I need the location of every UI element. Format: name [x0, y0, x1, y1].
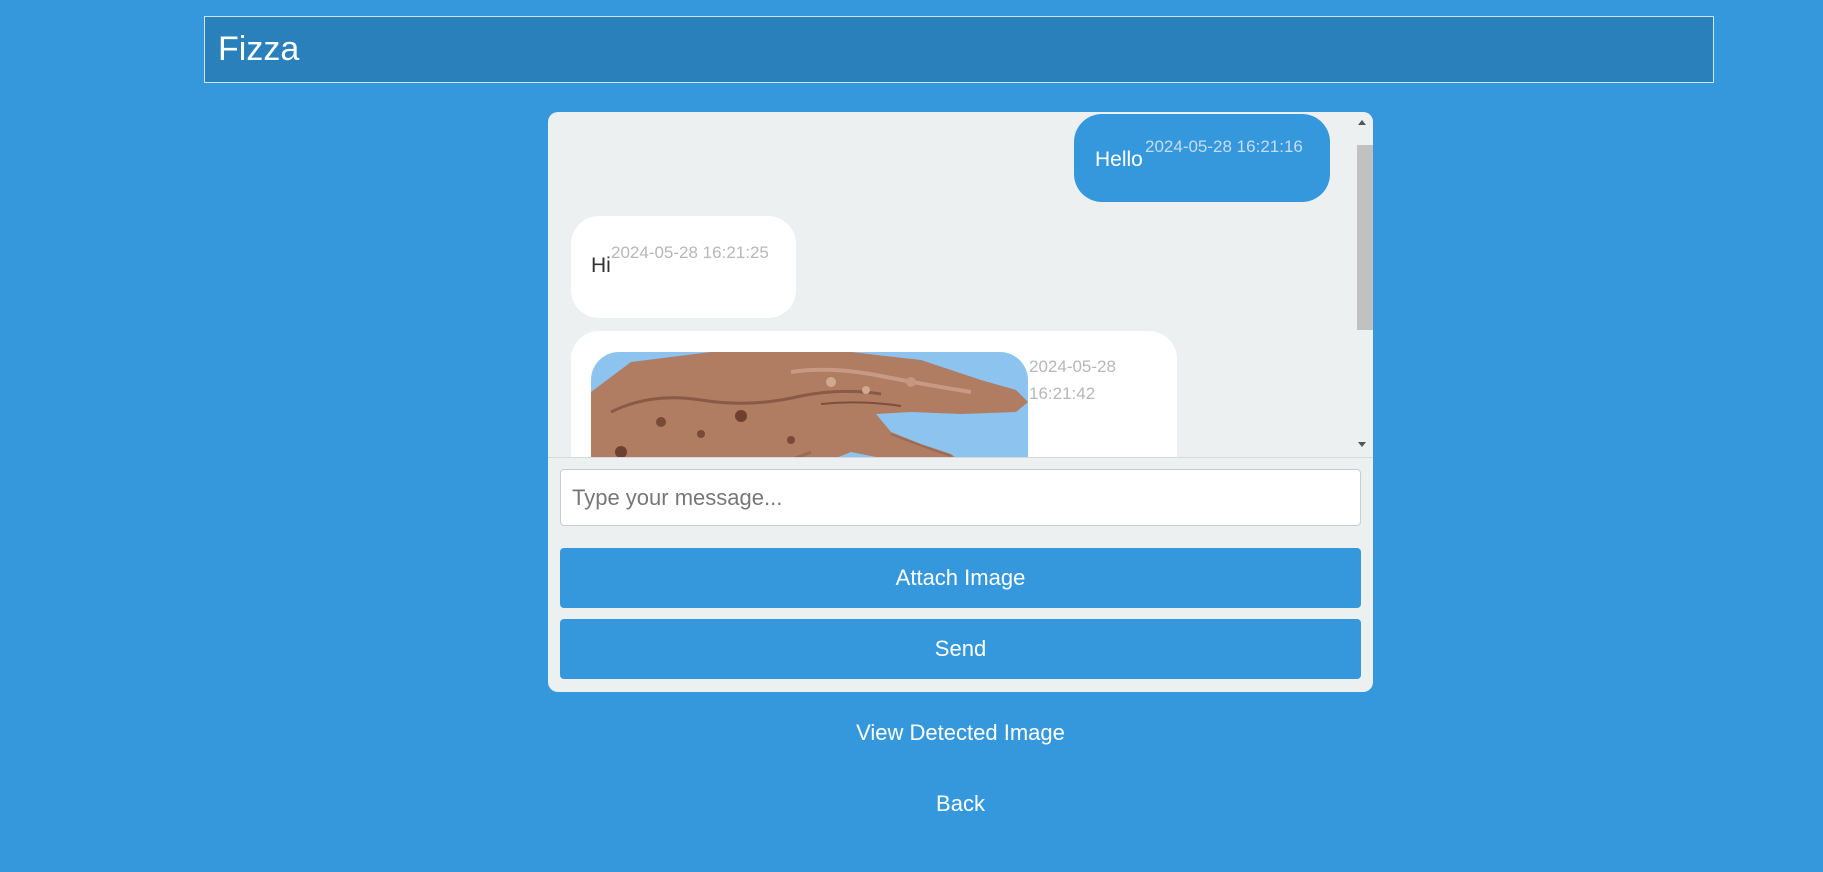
message-timestamp: 2024-05-28 16:21:16	[1145, 137, 1303, 156]
sent-message-bubble: Hello 2024-05-28 16:21:16	[1074, 114, 1330, 202]
attached-image[interactable]	[591, 352, 1028, 457]
received-message-bubble: Hi 2024-05-28 16:21:25	[571, 216, 796, 318]
skin-photo-image	[591, 352, 1028, 457]
scrollbar-thumb[interactable]	[1357, 145, 1373, 330]
scroll-down-arrow-icon[interactable]	[1358, 442, 1366, 447]
send-button[interactable]: Send	[560, 619, 1361, 679]
page-title: Fizza	[218, 30, 300, 68]
message-text: Hi	[591, 254, 611, 277]
attach-image-button[interactable]: Attach Image	[560, 548, 1361, 608]
page-header: Fizza	[204, 16, 1714, 83]
messages-scrollbar[interactable]	[1353, 112, 1373, 457]
scroll-up-arrow-icon[interactable]	[1358, 120, 1366, 125]
image-message-bubble: 2024-05-28 16:21:42	[571, 331, 1177, 457]
chat-panel: Hello 2024-05-28 16:21:16 Hi 2024-05-28 …	[548, 112, 1373, 692]
message-text: Hello	[1095, 148, 1143, 171]
message-timestamp: 2024-05-28 16:21:42	[1029, 357, 1116, 403]
messages-area[interactable]: Hello 2024-05-28 16:21:16 Hi 2024-05-28 …	[548, 112, 1373, 458]
back-link[interactable]: Back	[548, 791, 1373, 817]
message-timestamp: 2024-05-28 16:21:25	[611, 243, 769, 262]
view-detected-image-link[interactable]: View Detected Image	[548, 720, 1373, 746]
message-input[interactable]	[560, 469, 1361, 526]
